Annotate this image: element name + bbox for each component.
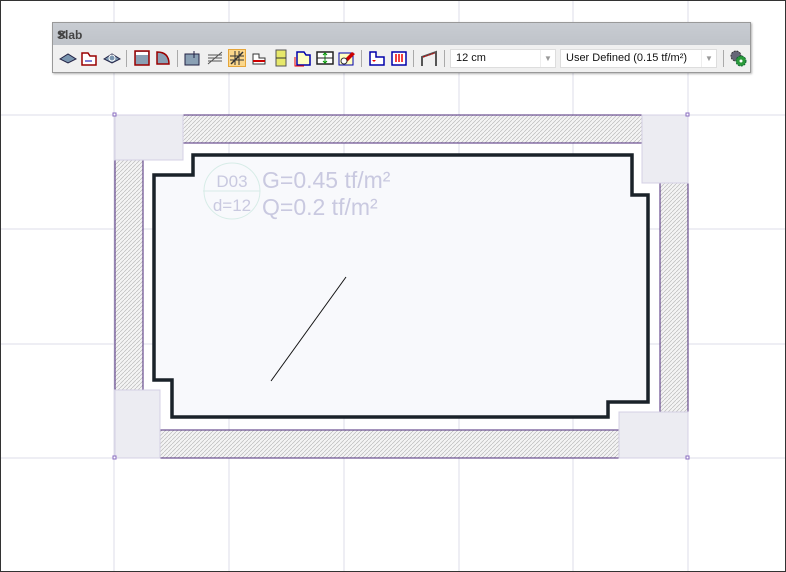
slab-erase-icon[interactable] (338, 49, 356, 67)
slab-auto-icon[interactable] (103, 49, 121, 67)
drawing-canvas[interactable]: D03 d=12 G=0.45 tf/m² Q=0.2 tf/m² (0, 0, 786, 572)
slab-beam-icon[interactable] (272, 49, 290, 67)
slab-rect-icon[interactable] (133, 49, 151, 67)
thickness-value: 12 cm (456, 52, 486, 64)
slab-arc-icon[interactable] (154, 49, 172, 67)
settings-gear-icon[interactable] (729, 49, 747, 67)
slab-draw-icon[interactable] (59, 49, 77, 67)
slab-region-icon[interactable] (294, 49, 312, 67)
close-icon[interactable]: ✕ (57, 28, 746, 42)
slab-step-icon[interactable] (250, 49, 268, 67)
load-dropdown[interactable]: User Defined (0.15 tf/m²) ▼ (560, 49, 717, 68)
slab-hatch-icon[interactable] (206, 49, 224, 67)
load-value: User Defined (0.15 tf/m²) (566, 52, 688, 64)
slab-outline[interactable] (152, 153, 650, 419)
live-load-label: Q=0.2 tf/m² (262, 194, 378, 220)
chevron-down-icon[interactable]: ▼ (540, 50, 555, 67)
slab-load-icon[interactable] (390, 49, 408, 67)
slab-ramp-icon[interactable] (420, 49, 438, 67)
slab-dimension-icon[interactable] (184, 49, 202, 67)
slab-polygon-icon[interactable] (80, 49, 98, 67)
slab-opening-icon[interactable] (368, 49, 386, 67)
slab-toolbar[interactable]: Slab ✕ 12 cm ▼ User Defined (0.15 tf/m²) ▼ (52, 22, 751, 73)
dead-load-label: G=0.45 tf/m² (262, 167, 391, 193)
thickness-dropdown[interactable]: 12 cm ▼ (450, 49, 556, 68)
slab-span-icon[interactable] (316, 49, 334, 67)
slab-name: D03 (216, 172, 247, 191)
slab-thickness: d=12 (213, 196, 251, 215)
chevron-down-icon[interactable]: ▼ (701, 50, 716, 67)
toolbar-title-bar[interactable]: Slab ✕ (53, 23, 750, 45)
slab-grid-icon[interactable] (228, 49, 246, 67)
toolbar-row: 12 cm ▼ User Defined (0.15 tf/m²) ▼ (53, 45, 750, 72)
